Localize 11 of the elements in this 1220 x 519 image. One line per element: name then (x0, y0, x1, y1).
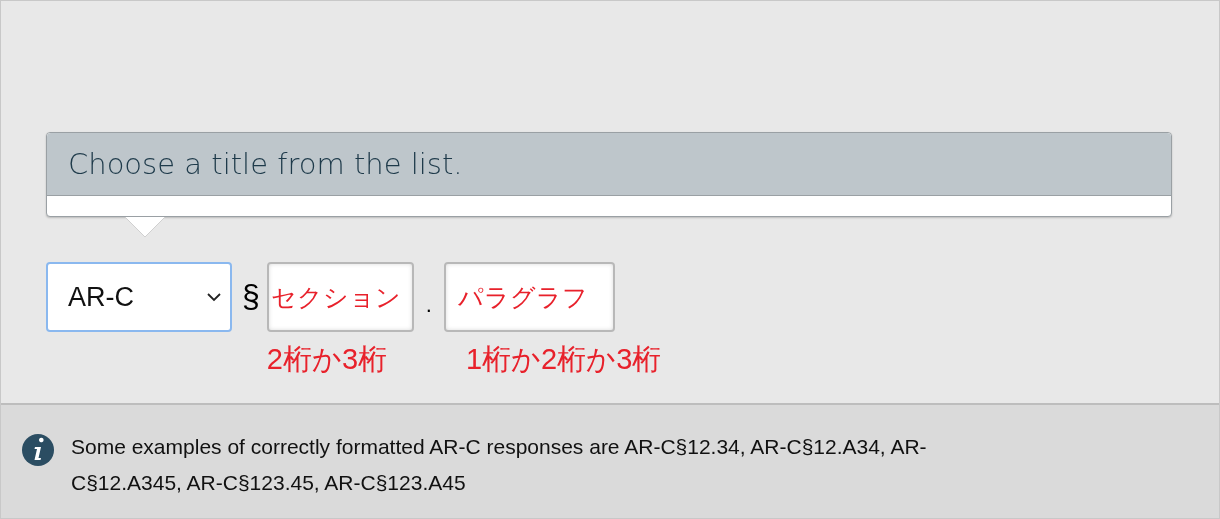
tooltip-text: Choose a title from the list. (68, 147, 463, 181)
input-field[interactable]: セクション (266, 262, 414, 332)
info-message: Some examples of correctly formatted AR-C responses are AR-C§12.34, AR-C§12.A34, AR-C§12.A345, AR-C§123.45, AR-C§123.A45 (71, 434, 928, 496)
section-sign: § (242, 278, 260, 315)
separator-dot: . (425, 292, 432, 318)
input-field[interactable]: パラグラフ (443, 262, 615, 332)
title-select[interactable]: AR-C (46, 262, 232, 332)
field-hint: 2桁か3桁 (266, 342, 388, 377)
field-hint: 1桁か2桁か3桁 (465, 342, 662, 377)
chevron-down-icon (206, 292, 222, 302)
info-icon (21, 433, 55, 467)
